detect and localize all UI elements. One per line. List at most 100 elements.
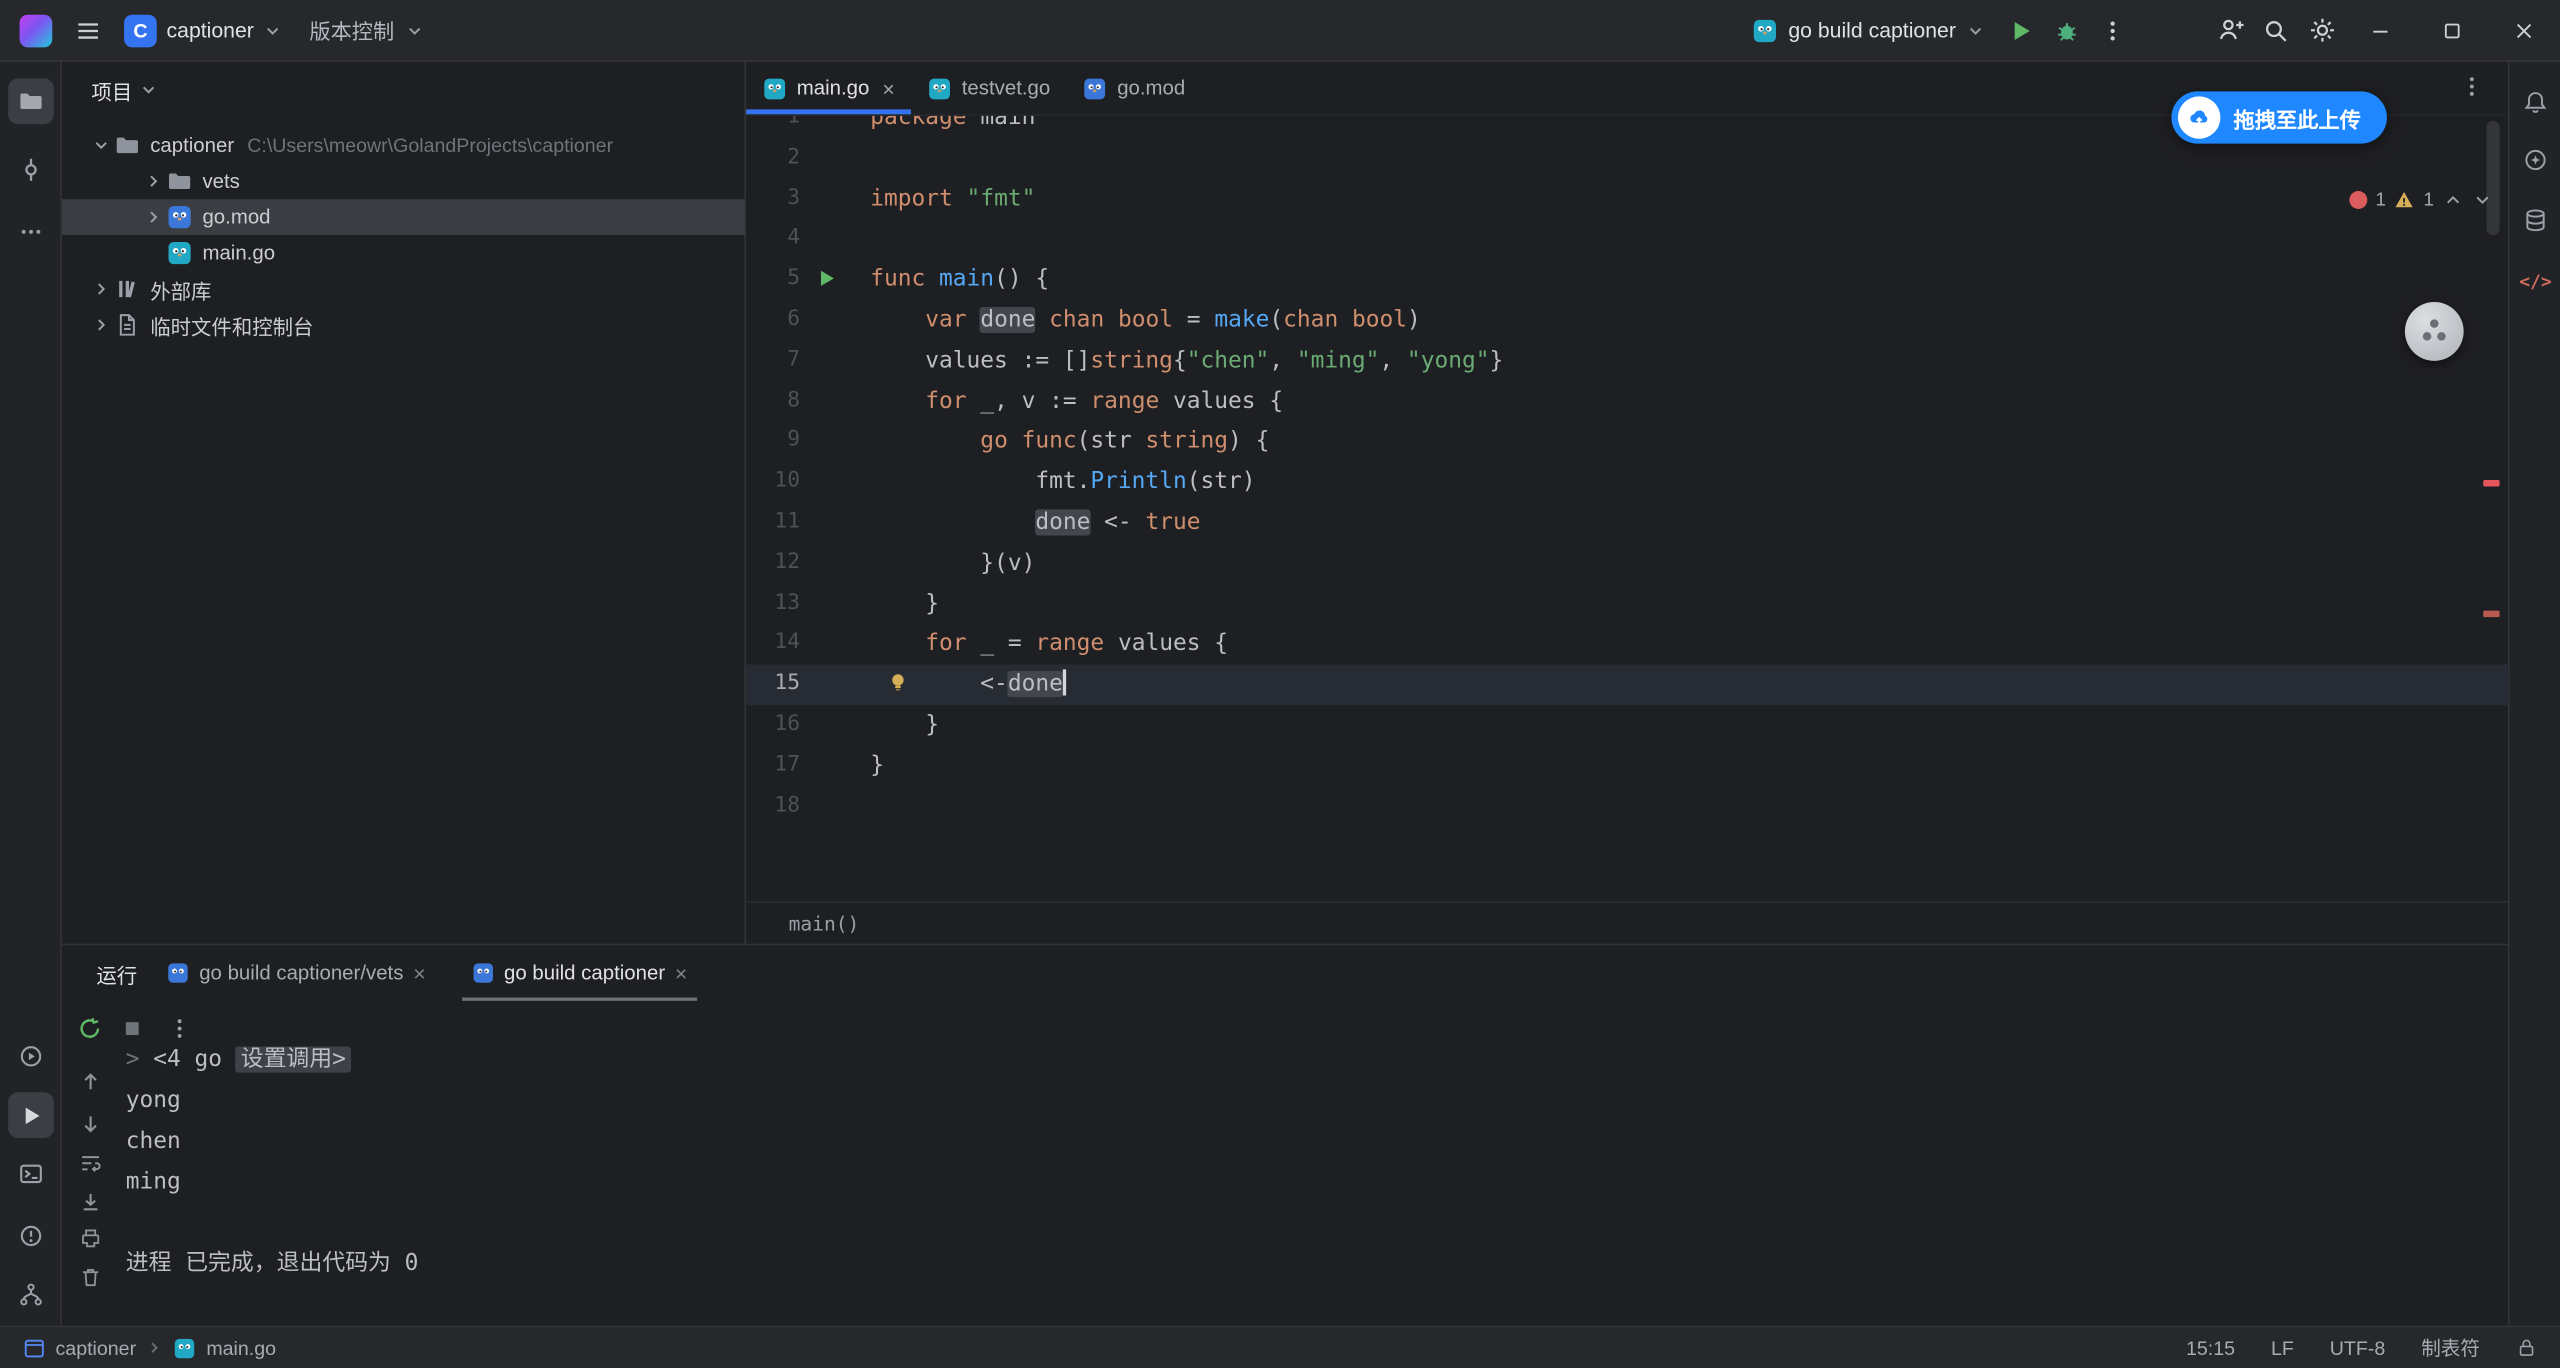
next-occurrence-button[interactable] <box>77 1110 103 1136</box>
run-tab-captioner[interactable]: go build captioner × <box>455 945 704 1001</box>
line-number[interactable]: 3 <box>746 179 800 219</box>
lightbulb-icon[interactable] <box>887 671 910 694</box>
chevron-right-icon[interactable] <box>91 315 111 335</box>
context-function[interactable]: main() <box>789 912 860 935</box>
services-toolwindow-button[interactable] <box>8 1033 54 1079</box>
more-actions-button[interactable] <box>2090 7 2136 53</box>
indent-style[interactable]: 制表符 <box>2421 1334 2480 1362</box>
soft-wrap-button[interactable] <box>77 1149 103 1175</box>
code-line[interactable]: 11 done <- true <box>746 503 2508 543</box>
line-number[interactable]: 11 <box>746 503 800 543</box>
crumb-project[interactable]: captioner <box>56 1336 137 1359</box>
run-console-output[interactable]: > <4 go 设置调用>yongchenming进程 已完成，退出代码为 0 <box>126 1040 419 1285</box>
file-encoding[interactable]: UTF-8 <box>2330 1336 2386 1359</box>
maximize-button[interactable] <box>2416 0 2488 61</box>
tab-go-mod[interactable]: go.mod <box>1067 62 1202 114</box>
line-number[interactable]: 2 <box>746 138 800 178</box>
code-line[interactable]: 10 fmt.Println(str) <box>746 462 2508 502</box>
git-toolwindow-button[interactable] <box>8 1272 54 1318</box>
line-number[interactable]: 9 <box>746 422 800 462</box>
code-line[interactable]: 14 for _ = range values { <box>746 624 2508 664</box>
tab-testvet-go[interactable]: testvet.go <box>911 62 1066 114</box>
minimize-button[interactable] <box>2344 0 2416 61</box>
tab-close-icon[interactable]: × <box>882 76 894 100</box>
project-widget[interactable]: C captioner <box>111 7 296 53</box>
run-tab-vets[interactable]: go build captioner/vets × <box>150 945 442 1001</box>
debug-button[interactable] <box>2044 7 2090 53</box>
line-number[interactable]: 10 <box>746 462 800 502</box>
commit-toolwindow-button[interactable] <box>8 147 54 193</box>
upload-overlay-button[interactable]: 拖拽至此上传 <box>2171 91 2387 143</box>
line-separator[interactable]: LF <box>2271 1336 2294 1359</box>
line-number[interactable]: 5 <box>746 260 800 300</box>
tree-row-maingo[interactable]: main.go <box>62 235 744 271</box>
database-button[interactable] <box>2513 198 2559 244</box>
project-panel-header[interactable]: 项目 <box>62 62 744 118</box>
notifications-button[interactable] <box>2513 80 2559 126</box>
tree-row-vets[interactable]: vets <box>62 163 744 199</box>
floating-ball-widget[interactable] <box>2405 302 2464 361</box>
tab-close-icon[interactable]: × <box>413 961 425 985</box>
main-menu-button[interactable] <box>65 7 111 53</box>
tab-main-go[interactable]: main.go × <box>746 62 911 114</box>
settings-button[interactable] <box>2299 7 2345 53</box>
line-number[interactable]: 1 <box>746 116 800 139</box>
search-everywhere-button[interactable] <box>2253 7 2299 53</box>
code-with-me-button[interactable] <box>2207 7 2253 53</box>
run-gutter-icon[interactable] <box>816 268 837 289</box>
code-line[interactable]: 13 } <box>746 584 2508 624</box>
rerun-button[interactable] <box>77 1016 103 1042</box>
chevron-right-icon[interactable] <box>144 207 164 227</box>
editor-code[interactable]: 1package main23import "fmt"45func main()… <box>746 116 2508 827</box>
stop-button[interactable] <box>119 1016 145 1042</box>
code-line[interactable]: 7 values := []string{"chen", "ming", "yo… <box>746 341 2508 381</box>
code-line[interactable]: 12 }(v) <box>746 543 2508 583</box>
tree-row-captioner[interactable]: captioner C:\Users\meowr\GolandProjects\… <box>62 127 744 163</box>
run-config-widget[interactable]: go build captioner <box>1739 11 1998 50</box>
code-line[interactable]: 18 <box>746 786 2508 826</box>
endpoints-button[interactable]: </> <box>2513 258 2559 304</box>
chevron-right-icon[interactable] <box>144 171 164 191</box>
line-number[interactable]: 13 <box>746 584 800 624</box>
close-button[interactable] <box>2488 0 2560 61</box>
code-line[interactable]: 16 } <box>746 705 2508 745</box>
chevron-up-icon[interactable] <box>2442 189 2463 210</box>
code-line[interactable]: 6 var done chan bool = make(chan bool) <box>746 300 2508 340</box>
run-toolwindow-button[interactable] <box>8 1092 54 1138</box>
console-more-button[interactable] <box>167 1016 193 1042</box>
line-number[interactable]: 14 <box>746 624 800 664</box>
chevron-down-icon[interactable] <box>91 136 111 156</box>
inspections-widget[interactable]: 1 1 <box>2349 189 2492 210</box>
tree-row-external-libraries[interactable]: 外部库 <box>62 271 744 307</box>
clear-console-button[interactable] <box>77 1264 103 1290</box>
run-button[interactable] <box>1998 7 2044 53</box>
code-line[interactable]: 4 <box>746 219 2508 259</box>
line-number[interactable]: 16 <box>746 705 800 745</box>
code-line[interactable]: 5func main() { <box>746 260 2508 300</box>
scroll-to-end-button[interactable] <box>77 1189 103 1215</box>
tree-row-gomod[interactable]: go.mod <box>62 199 744 235</box>
line-number[interactable]: 7 <box>746 341 800 381</box>
terminal-toolwindow-button[interactable] <box>8 1151 54 1197</box>
editor-viewport[interactable]: 1package main23import "fmt"45func main()… <box>746 116 2508 901</box>
more-toolwindows-button[interactable] <box>8 209 54 255</box>
project-toolwindow-button[interactable] <box>8 78 54 124</box>
prev-occurrence-button[interactable] <box>77 1068 103 1094</box>
tree-row-scratches[interactable]: 临时文件和控制台 <box>62 307 744 343</box>
run-panel-title[interactable]: 运行 <box>96 958 137 989</box>
error-stripe-mark[interactable] <box>2483 480 2499 487</box>
editor-tab-options-button[interactable] <box>2459 73 2485 99</box>
line-number[interactable]: 18 <box>746 786 800 826</box>
chevron-right-icon[interactable] <box>91 279 111 299</box>
error-stripe-mark[interactable] <box>2483 611 2499 618</box>
code-line[interactable]: 8 for _, v := range values { <box>746 381 2508 421</box>
tab-close-icon[interactable]: × <box>675 961 687 985</box>
problems-toolwindow-button[interactable] <box>8 1213 54 1259</box>
crumb-file[interactable]: main.go <box>206 1336 276 1359</box>
line-number[interactable]: 17 <box>746 746 800 786</box>
vcs-widget[interactable]: 版本控制 <box>296 8 436 52</box>
line-number[interactable]: 4 <box>746 219 800 259</box>
lock-icon[interactable] <box>2516 1337 2537 1358</box>
line-number[interactable]: 12 <box>746 543 800 583</box>
code-line[interactable]: 17} <box>746 746 2508 786</box>
